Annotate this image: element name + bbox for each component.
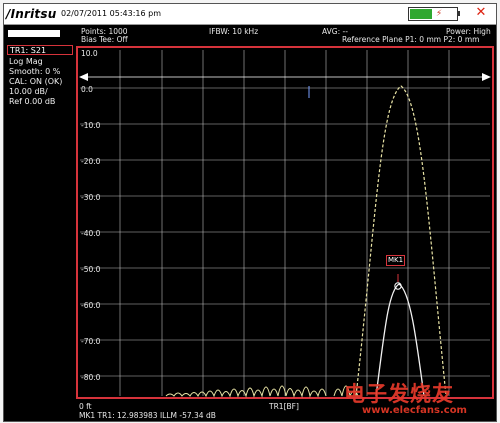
watermark-url: www.elecfans.com: [362, 405, 467, 416]
marker-readout: MK1 TR1: 12.983983 ILLM -57.34 dB: [79, 411, 216, 420]
plug-icon: ⚡: [435, 9, 443, 19]
y-label-10: 10.0: [81, 49, 98, 58]
battery-level: [410, 9, 432, 19]
reference-plane-info: Reference Plane P1: 0 mm P2: 0 mm: [342, 35, 480, 44]
smooth-label: Smooth: 0 %: [9, 67, 61, 76]
grid-vertical: [119, 50, 450, 396]
format-label: Log Mag: [9, 57, 43, 66]
vna-screen: /Inritsu 02/07/2011 05:43:16 pm ⚡ ✕ Poin…: [3, 3, 497, 422]
y-label-m50: -50.0: [81, 265, 101, 274]
y-label-m10: -10.0: [81, 121, 101, 130]
trace-sidelobes: [165, 385, 327, 398]
trace-selector[interactable]: TR1: S21: [7, 45, 73, 55]
x-start-label: 0 ft: [79, 402, 92, 411]
scale-label: 10.00 dB/: [9, 87, 48, 96]
datetime-display: 02/07/2011 05:43:16 pm: [61, 9, 161, 18]
y-label-0: 0.0: [81, 85, 93, 94]
marker-mk1[interactable]: [394, 282, 402, 290]
y-label-m70: -70.0: [81, 337, 101, 346]
cal-label: CAL: ON (OK): [9, 77, 63, 86]
marker-label[interactable]: MK1: [386, 255, 406, 266]
y-label-m30: -30.0: [81, 193, 101, 202]
trace-main-lobe: [355, 85, 447, 397]
reference-left-arrow-icon: [79, 73, 88, 81]
y-label-m20: -20.0: [81, 157, 101, 166]
trace-label: TR1: S21: [10, 46, 47, 55]
reference-right-arrow-icon: [482, 73, 491, 81]
battery-tip-icon: [457, 11, 460, 16]
close-icon[interactable]: ✕: [473, 6, 489, 20]
x-trace-label: TR1[BF]: [269, 402, 299, 411]
y-label-m60: -60.0: [81, 301, 101, 310]
y-label-m80: -80.0: [81, 373, 101, 382]
battery-icon: ⚡: [408, 7, 458, 21]
y-label-m40: -40.0: [81, 229, 101, 238]
brand-logo: /Inritsu: [6, 7, 57, 21]
bias-tee-info: Bias Tee: Off: [81, 35, 128, 44]
scale-bar: [8, 30, 60, 37]
watermark-text: 电子发烧友: [344, 382, 454, 406]
ref-label: Ref 0.00 dB: [9, 97, 56, 106]
top-status-bar: /Inritsu 02/07/2011 05:43:16 pm ⚡ ✕: [4, 4, 496, 25]
trace-plot: [79, 50, 491, 398]
ifbw-info: IFBW: 10 kHz: [209, 27, 259, 36]
